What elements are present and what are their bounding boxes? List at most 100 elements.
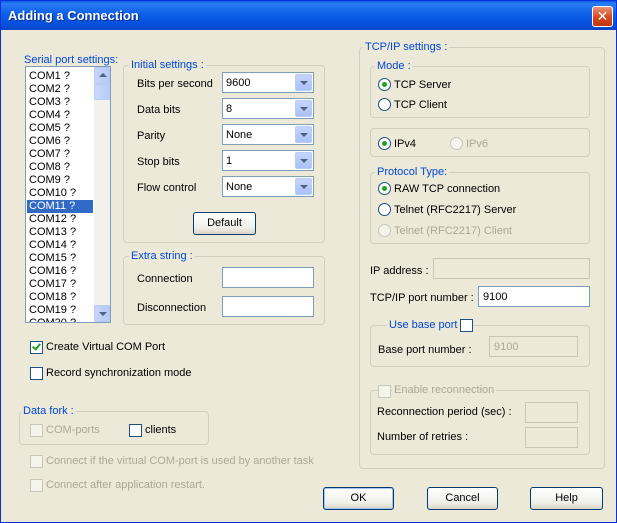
- connect-after-restart-checkbox[interactable]: [30, 479, 43, 492]
- com-port-list-item[interactable]: COM20 ?: [27, 317, 93, 322]
- extra-string-label: Extra string :: [129, 250, 195, 263]
- com-port-list-scrollbar[interactable]: [94, 67, 110, 322]
- tcp-client-radio[interactable]: [378, 98, 391, 111]
- tcpip-settings-label: TCP/IP settings :: [363, 41, 450, 54]
- bits-per-second-select[interactable]: 9600: [222, 72, 314, 93]
- com-port-list-item[interactable]: COM12 ?: [27, 213, 93, 226]
- com-port-list-item[interactable]: COM9 ?: [27, 174, 93, 187]
- window-title: Adding a Connection: [8, 8, 139, 23]
- create-virtual-com-port-checkbox[interactable]: [30, 341, 43, 354]
- parity-select[interactable]: None: [222, 124, 314, 145]
- com-port-list-item[interactable]: COM13 ?: [27, 226, 93, 239]
- chevron-down-icon[interactable]: [295, 126, 312, 143]
- com-port-list-item[interactable]: COM8 ?: [27, 161, 93, 174]
- connect-if-used-checkbox[interactable]: [30, 455, 43, 468]
- ipv6-label: IPv6: [466, 138, 489, 150]
- record-sync-mode-checkbox[interactable]: [30, 367, 43, 380]
- chevron-down-icon[interactable]: [295, 152, 312, 169]
- close-button[interactable]: ✕: [592, 6, 613, 27]
- com-port-list-item[interactable]: COM14 ?: [27, 239, 93, 252]
- clients-checkbox[interactable]: [129, 424, 142, 437]
- com-ports-label: COM-ports: [46, 424, 100, 436]
- ok-button[interactable]: OK: [323, 487, 394, 510]
- com-port-list-item[interactable]: COM1 ?: [27, 70, 93, 83]
- tcpip-port-value: 9100: [483, 291, 508, 303]
- data-fork-label: Data fork :: [21, 405, 76, 418]
- stop-bits-value: 1: [226, 155, 233, 167]
- com-port-list-item[interactable]: COM15 ?: [27, 252, 93, 265]
- base-port-number-input[interactable]: 9100: [489, 336, 578, 357]
- data-bits-label: Data bits: [137, 104, 181, 116]
- radio-dot-icon: [382, 186, 387, 191]
- com-port-list-item[interactable]: COM3 ?: [27, 96, 93, 109]
- base-port-number-label: Base port number :: [378, 344, 472, 356]
- stop-bits-select[interactable]: 1: [222, 150, 314, 171]
- reconnection-period-input[interactable]: [525, 402, 578, 423]
- com-port-list-item[interactable]: COM17 ?: [27, 278, 93, 291]
- disconnection-input[interactable]: [222, 296, 314, 317]
- stop-bits-label: Stop bits: [137, 156, 180, 168]
- com-port-list-item[interactable]: COM6 ?: [27, 135, 93, 148]
- com-port-list[interactable]: COM1 ? COM2 ? COM3 ? COM4 ? COM5 ? COM6 ? COM7…: [25, 66, 111, 323]
- telnet-server-radio[interactable]: [378, 203, 391, 216]
- telnet-client-radio[interactable]: [378, 224, 391, 237]
- com-port-list-item[interactable]: COM4 ?: [27, 109, 93, 122]
- mode-label: Mode :: [375, 60, 413, 73]
- com-port-list-item[interactable]: COM2 ?: [27, 83, 93, 96]
- use-base-port-label[interactable]: Use base port: [387, 319, 460, 332]
- enable-reconnection-checkbox[interactable]: [378, 385, 391, 398]
- connect-after-restart-label: Connect after application restart.: [46, 479, 205, 491]
- raw-tcp-label[interactable]: RAW TCP connection: [394, 182, 500, 196]
- ip-address-input[interactable]: [433, 258, 590, 279]
- parity-label: Parity: [137, 130, 166, 142]
- create-virtual-com-port-label[interactable]: Create Virtual COM Port: [46, 340, 165, 354]
- cancel-button[interactable]: Cancel: [427, 487, 498, 510]
- flow-control-select[interactable]: None: [222, 176, 314, 197]
- data-bits-select[interactable]: 8: [222, 98, 314, 119]
- com-ports-checkbox[interactable]: [30, 424, 43, 437]
- com-port-list-item[interactable]: COM5 ?: [27, 122, 93, 135]
- bits-per-second-value: 9600: [226, 77, 251, 89]
- tcp-server-radio[interactable]: [378, 78, 391, 91]
- chevron-down-icon[interactable]: [295, 74, 312, 91]
- dialog-window: Adding a Connection ✕ Serial port settin…: [0, 0, 617, 523]
- com-port-list-item[interactable]: COM11 ?: [27, 200, 93, 213]
- connection-label: Connection: [137, 273, 193, 285]
- connection-input[interactable]: [222, 267, 314, 288]
- ipv4-radio[interactable]: [378, 137, 391, 150]
- radio-dot-icon: [382, 141, 387, 146]
- scroll-up-button[interactable]: [94, 67, 110, 84]
- use-base-port-checkbox[interactable]: [460, 319, 473, 332]
- chevron-down-icon[interactable]: [295, 178, 312, 195]
- initial-settings-label: Initial settings :: [129, 59, 206, 72]
- help-button[interactable]: Help: [530, 487, 603, 510]
- com-port-list-item[interactable]: COM10 ?: [27, 187, 93, 200]
- com-port-list-item[interactable]: COM7 ?: [27, 148, 93, 161]
- bits-per-second-label: Bits per second: [137, 78, 213, 90]
- chevron-down-icon[interactable]: [295, 100, 312, 117]
- radio-dot-icon: [382, 82, 387, 87]
- scroll-down-button[interactable]: [94, 305, 110, 322]
- com-port-list-item[interactable]: COM16 ?: [27, 265, 93, 278]
- parity-value: None: [226, 129, 253, 141]
- title-bar: Adding a Connection ✕: [1, 1, 616, 30]
- number-of-retries-input[interactable]: [525, 427, 578, 448]
- scroll-thumb[interactable]: [94, 84, 110, 100]
- tcp-client-label[interactable]: TCP Client: [394, 98, 447, 112]
- record-sync-mode-label[interactable]: Record synchronization mode: [46, 366, 192, 380]
- telnet-server-label[interactable]: Telnet (RFC2217) Server: [394, 203, 516, 217]
- tcpip-port-input[interactable]: 9100: [478, 286, 590, 307]
- default-button[interactable]: Default: [193, 212, 256, 235]
- clients-label[interactable]: clients: [145, 423, 176, 437]
- com-port-list-item[interactable]: COM18 ?: [27, 291, 93, 304]
- reconnection-period-label: Reconnection period (sec) :: [377, 406, 512, 418]
- enable-reconnection-label: Enable reconnection: [392, 384, 497, 397]
- flow-control-value: None: [226, 181, 253, 193]
- ipv4-label[interactable]: IPv4: [394, 137, 416, 151]
- com-port-list-item[interactable]: COM19 ?: [27, 304, 93, 317]
- raw-tcp-radio[interactable]: [378, 182, 391, 195]
- tcpip-port-label: TCP/IP port number :: [370, 292, 474, 304]
- ipv6-radio[interactable]: [450, 137, 463, 150]
- number-of-retries-label: Number of retries :: [377, 431, 469, 443]
- tcp-server-label[interactable]: TCP Server: [394, 78, 451, 92]
